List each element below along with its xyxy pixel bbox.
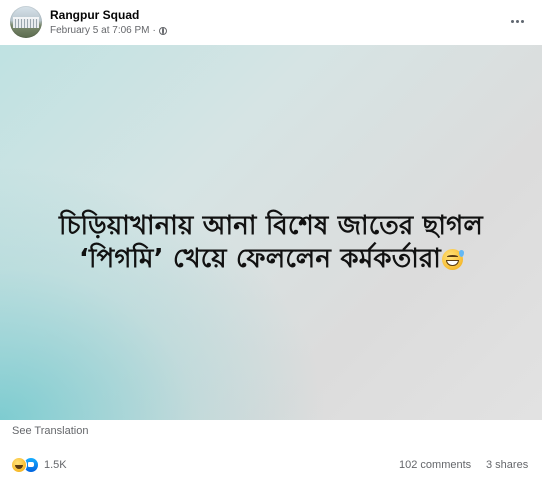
meta-separator: · (152, 25, 156, 36)
author-name[interactable]: Rangpur Squad (50, 8, 139, 22)
headline-line-2-text: ‘পিগমি’ খেয়ে ফেললেন কর্মকর্তারা (78, 244, 442, 274)
post-header: Rangpur Squad February 5 at 7:06 PM · (0, 0, 542, 45)
reactions-summary[interactable]: 1.5K (11, 456, 67, 474)
comments-count[interactable]: 102 comments (399, 459, 471, 471)
avatar-building-image (13, 17, 39, 28)
post-timestamp[interactable]: February 5 at 7:06 PM (50, 25, 150, 36)
reaction-count: 1.5K (44, 459, 67, 471)
shares-count[interactable]: 3 shares (486, 459, 528, 471)
facebook-post: Rangpur Squad February 5 at 7:06 PM · চি… (0, 0, 542, 482)
globe-icon (158, 26, 167, 35)
more-options-icon[interactable] (506, 13, 528, 29)
post-image[interactable]: চিড়িয়াখানায় আনা বিশেষ জাতের ছাগল ‘পিগ… (0, 45, 542, 420)
page-avatar[interactable] (10, 6, 42, 38)
post-meta: February 5 at 7:06 PM · (50, 25, 167, 36)
see-translation-link[interactable]: See Translation (12, 425, 88, 437)
headline-line-2: ‘পিগমি’ খেয়ে ফেললেন কর্মকর্তারা (20, 238, 522, 282)
grinning-sweat-emoji-icon (442, 249, 465, 270)
haha-icon (11, 457, 27, 473)
